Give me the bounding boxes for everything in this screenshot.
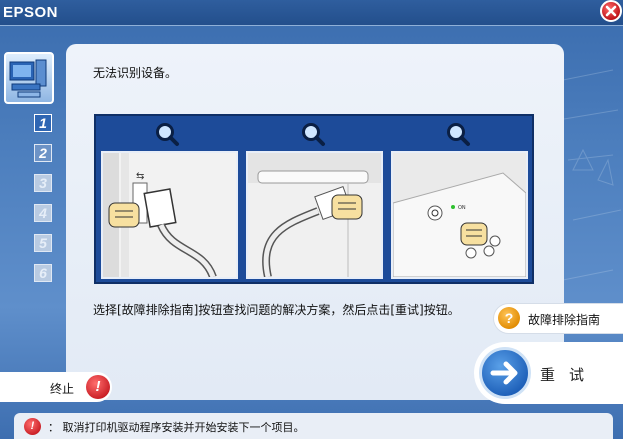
quit-button[interactable]: 终止 ! [0, 372, 112, 402]
illustration-power-button: ON [391, 151, 528, 279]
brand-logo: EPSON [3, 4, 59, 21]
status-bar: ! ： 取消打印机驱动程序安装并开始安装下一个项目。 [14, 413, 613, 439]
svg-text:⇆: ⇆ [136, 171, 144, 182]
exclamation-icon: ! [24, 418, 41, 435]
retry-button[interactable]: 重试 [474, 342, 623, 404]
power-label: ON [458, 205, 466, 211]
step-5: 5 [34, 234, 52, 252]
computer-icon [4, 52, 54, 104]
quit-label: 终止 [50, 382, 75, 396]
magnifier-icon [156, 123, 179, 146]
step-2: 2 [34, 144, 52, 162]
step-4: 4 [34, 204, 52, 222]
illustration-computer-usb: ⇆ [101, 151, 238, 279]
step-indicator: 1 2 3 4 5 6 [34, 114, 52, 294]
status-text: ： 取消打印机驱动程序安装并开始安装下一个项目。 [48, 421, 305, 434]
magnifier-icon [447, 123, 470, 146]
magnifier-icon [302, 123, 325, 146]
close-button[interactable] [600, 0, 622, 22]
error-title: 无法识别设备。 [93, 66, 178, 80]
help-icon: ? [498, 307, 520, 329]
close-icon [605, 5, 617, 17]
troubleshooting-guide-label: 故障排除指南 [528, 313, 601, 327]
arrow-right-icon [479, 347, 531, 399]
step-3: 3 [34, 174, 52, 192]
illustration-printer-usb [246, 151, 383, 279]
step-6: 6 [34, 264, 52, 282]
troubleshooting-guide-button[interactable]: ? 故障排除指南 [494, 304, 623, 333]
title-bar: EPSON [0, 0, 623, 26]
retry-label: 重试 [540, 366, 599, 384]
instruction-text: 选择[故障排除指南]按钮查找问题的解决方案，然后点击[重试]按钮。 [93, 303, 460, 317]
exclamation-icon: ! [86, 375, 110, 399]
troubleshoot-illustration: ⇆ ON [94, 114, 534, 284]
step-1: 1 [34, 114, 52, 132]
